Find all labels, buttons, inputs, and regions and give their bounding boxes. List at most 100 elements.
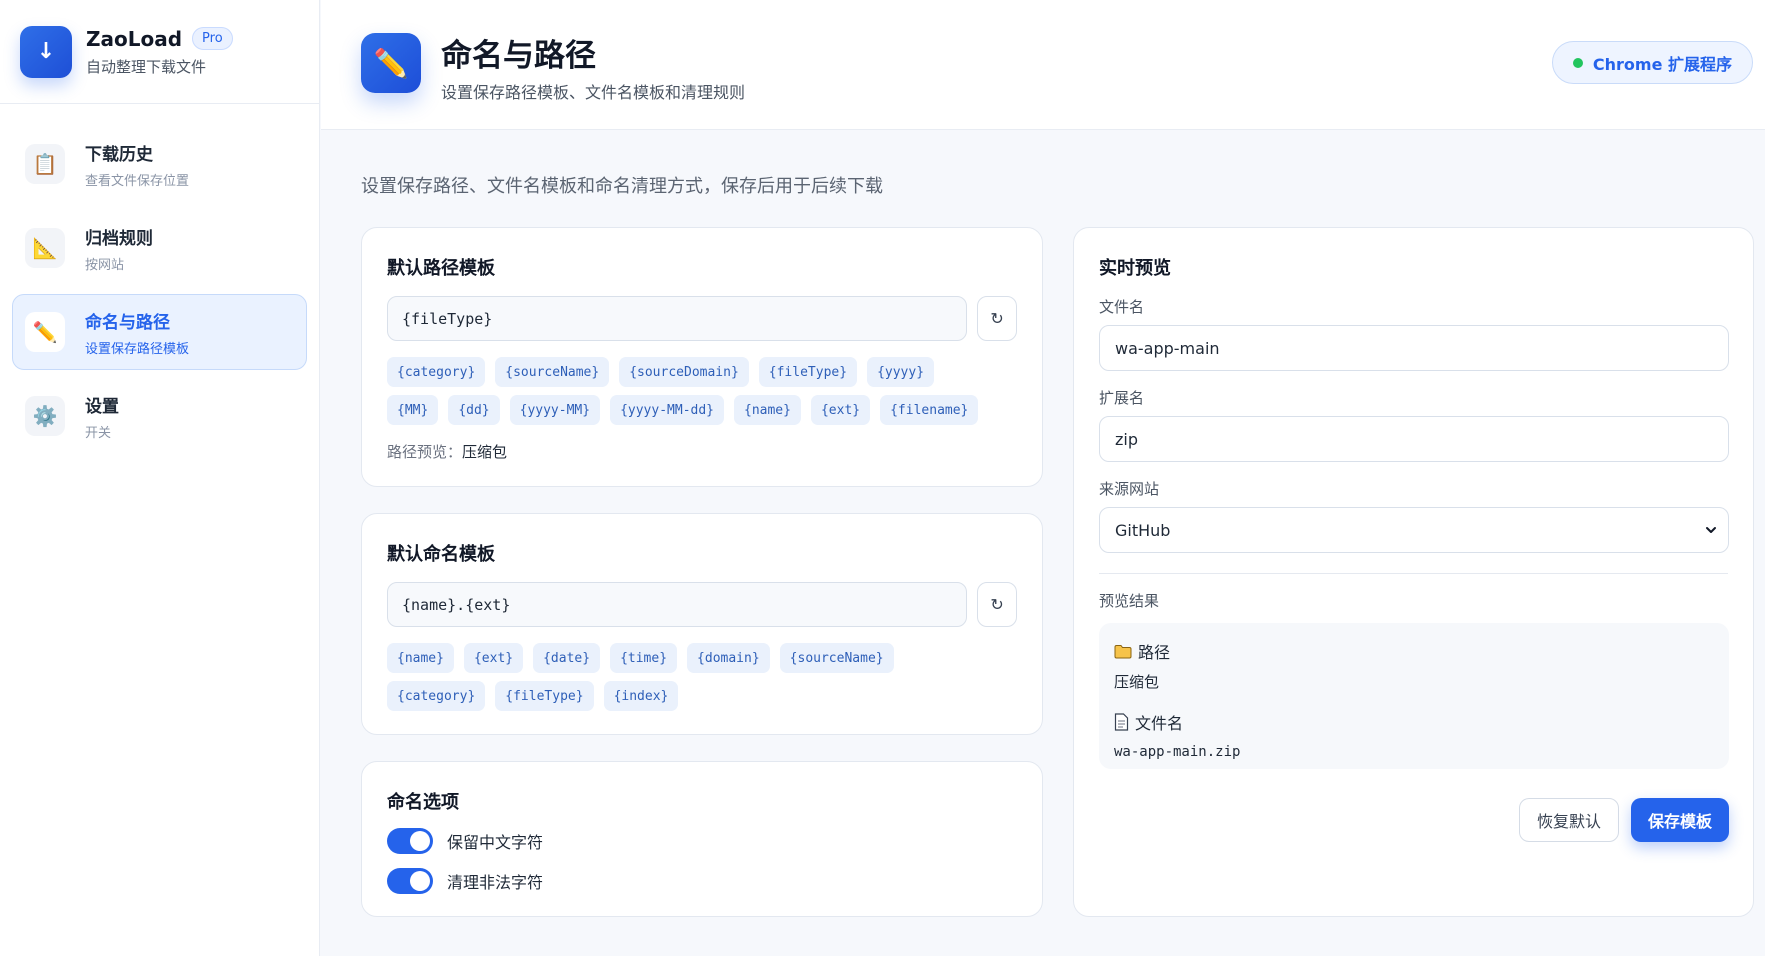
variable-chip[interactable]: {date} [533, 643, 601, 673]
sidebar-item-label: 命名与路径 [85, 312, 170, 333]
restore-default-button[interactable]: 恢复默认 [1518, 798, 1619, 842]
result-file-heading-text: 文件名 [1135, 714, 1184, 733]
variable-chip[interactable]: {yyyy} [867, 357, 935, 387]
naming-options-title: 命名选项 [387, 792, 459, 813]
reset-path-template-button[interactable]: ↻ [977, 296, 1017, 341]
pencil-icon: ✏️ [361, 33, 421, 93]
path-template-row: ↻ [387, 296, 1017, 341]
variable-chip[interactable]: {fileType} [495, 681, 594, 711]
intro-text: 设置保存路径、文件名模板和命名清理方式，保存后用于后续下载 [361, 176, 883, 197]
refresh-icon: ↻ [990, 309, 1004, 328]
pro-badge: Pro [192, 27, 233, 50]
path-template-input[interactable] [387, 296, 968, 341]
sidebar-item-subtitle: 开关 [85, 425, 112, 441]
brand-text: ZaoLoad Pro 自动整理下载文件 [86, 27, 233, 77]
refresh-icon: ↻ [990, 595, 1004, 614]
variable-chip[interactable]: {yyyy-MM} [509, 395, 601, 425]
keep-chinese-label: 保留中文字符 [447, 833, 544, 852]
variable-chip[interactable]: {sourceName} [495, 357, 610, 387]
brand-title-row: ZaoLoad Pro [86, 27, 233, 51]
page-header: ✏️ 命名与路径 设置保存路径模板、文件名模板和清理规则 Chrome 扩展程序 [321, 0, 1765, 130]
clipboard-icon: 📋 [25, 144, 65, 184]
sidebar-item-download-history[interactable]: 📋 下载历史 查看文件保存位置 [12, 126, 307, 202]
source-site-label: 来源网站 [1099, 480, 1160, 498]
result-file-value: wa-app-main.zip [1114, 744, 1241, 760]
sidebar-item-label: 设置 [85, 396, 119, 417]
variable-chip[interactable]: {category} [387, 681, 486, 711]
variable-chip[interactable]: {sourceName} [779, 643, 894, 673]
variable-chip[interactable]: {ext} [463, 643, 524, 673]
page-subtitle: 设置保存路径模板、文件名模板和清理规则 [441, 83, 746, 102]
name-template-row: ↻ [387, 582, 1017, 627]
path-template-card: 默认路径模板 ↻ {category} {sourceName} {source… [361, 227, 1043, 487]
name-template-input[interactable] [387, 582, 968, 627]
filename-label: 文件名 [1099, 298, 1145, 316]
sidebar-item-archive-rules[interactable]: 📐 归档规则 按网站 [12, 210, 307, 286]
sidebar-item-text: 设置 开关 [85, 392, 119, 441]
extension-label: 扩展名 [1099, 389, 1145, 407]
variable-chip[interactable]: {dd} [448, 395, 500, 425]
variable-chip[interactable]: {name} [387, 643, 454, 673]
clean-illegal-option: 清理非法字符 [387, 868, 1017, 894]
extension-input[interactable]: zip [1099, 416, 1729, 462]
reset-name-template-button[interactable]: ↻ [977, 582, 1017, 627]
name-variable-chips: {name} {ext} {date} {time} {domain} {sou… [387, 643, 987, 711]
live-preview-title: 实时预览 [1099, 258, 1171, 279]
keep-chinese-toggle[interactable] [387, 828, 433, 854]
sidebar-item-text: 归档规则 按网站 [85, 224, 153, 273]
naming-options-card: 命名选项 保留中文字符 清理非法字符 [361, 761, 1043, 917]
clean-illegal-toggle[interactable] [387, 868, 433, 894]
preview-result-box: 路径 压缩包 文件名 wa-app-main.zip [1099, 623, 1729, 769]
sidebar-item-label: 下载历史 [85, 144, 153, 165]
variable-chip[interactable]: {yyyy-MM-dd} [610, 395, 724, 425]
download-arrow-icon: ↓ [20, 25, 72, 78]
sidebar-item-subtitle: 设置保存路径模板 [85, 341, 190, 357]
gear-icon: ⚙️ [25, 396, 65, 436]
variable-chip[interactable]: {ext} [810, 395, 871, 425]
variable-chip[interactable]: {index} [603, 681, 679, 711]
result-file-heading: 文件名 [1114, 710, 1714, 734]
sidebar-nav: 📋 下载历史 查看文件保存位置 📐 归档规则 按网站 ✏️ 命名与路径 设置保存… [0, 104, 319, 484]
brand: ↓ ZaoLoad Pro 自动整理下载文件 [0, 0, 319, 104]
variable-chip[interactable]: {time} [610, 643, 678, 673]
sidebar-item-label: 归档规则 [85, 228, 153, 249]
sidebar-item-subtitle: 查看文件保存位置 [85, 173, 190, 189]
path-template-title: 默认路径模板 [387, 258, 495, 279]
variable-chip[interactable]: {filename} [880, 395, 979, 425]
source-site-select[interactable]: GitHub [1099, 507, 1729, 553]
sidebar-item-text: 下载历史 查看文件保存位置 [85, 140, 189, 189]
save-template-button[interactable]: 保存模板 [1630, 798, 1729, 842]
path-preview-label: 路径预览： [387, 443, 463, 461]
sidebar-item-naming-path[interactable]: ✏️ 命名与路径 设置保存路径模板 [12, 294, 307, 370]
variable-chip[interactable]: {name} [734, 395, 801, 425]
ruler-icon: 📐 [25, 228, 65, 268]
sidebar-item-settings[interactable]: ⚙️ 设置 开关 [12, 378, 307, 454]
chrome-extension-label: Chrome 扩展程序 [1592, 54, 1732, 74]
variable-chip[interactable]: {fileType} [758, 357, 858, 387]
divider [1099, 573, 1728, 574]
variable-chip[interactable]: {domain} [687, 643, 770, 673]
sidebar-item-subtitle: 按网站 [85, 257, 125, 273]
pencil-icon: ✏️ [25, 312, 65, 352]
preview-result-label: 预览结果 [1099, 592, 1160, 610]
keep-chinese-option: 保留中文字符 [387, 828, 1017, 854]
chrome-extension-badge[interactable]: Chrome 扩展程序 [1551, 41, 1753, 84]
document-icon [1114, 713, 1129, 731]
variable-chip[interactable]: {sourceDomain} [619, 357, 749, 387]
result-path-heading-text: 路径 [1138, 643, 1171, 662]
chevron-down-icon [1706, 527, 1716, 533]
name-template-title: 默认命名模板 [387, 544, 495, 565]
clean-illegal-label: 清理非法字符 [447, 873, 544, 892]
page-title: 命名与路径 [441, 38, 596, 74]
path-variable-chips: {category} {sourceName} {sourceDomain} {… [387, 357, 987, 425]
live-preview-card: 实时预览 文件名 wa-app-main 扩展名 zip 来源网站 GitHub… [1073, 227, 1754, 917]
result-path-heading: 路径 [1114, 639, 1714, 663]
result-path-value: 压缩包 [1114, 673, 1160, 691]
filename-input[interactable]: wa-app-main [1099, 325, 1729, 371]
brand-name: ZaoLoad [86, 26, 183, 51]
variable-chip[interactable]: {category} [387, 357, 486, 387]
brand-subtitle: 自动整理下载文件 [86, 57, 207, 76]
variable-chip[interactable]: {MM} [387, 395, 439, 425]
folder-icon [1114, 644, 1132, 658]
sidebar-item-text: 命名与路径 设置保存路径模板 [85, 308, 189, 357]
